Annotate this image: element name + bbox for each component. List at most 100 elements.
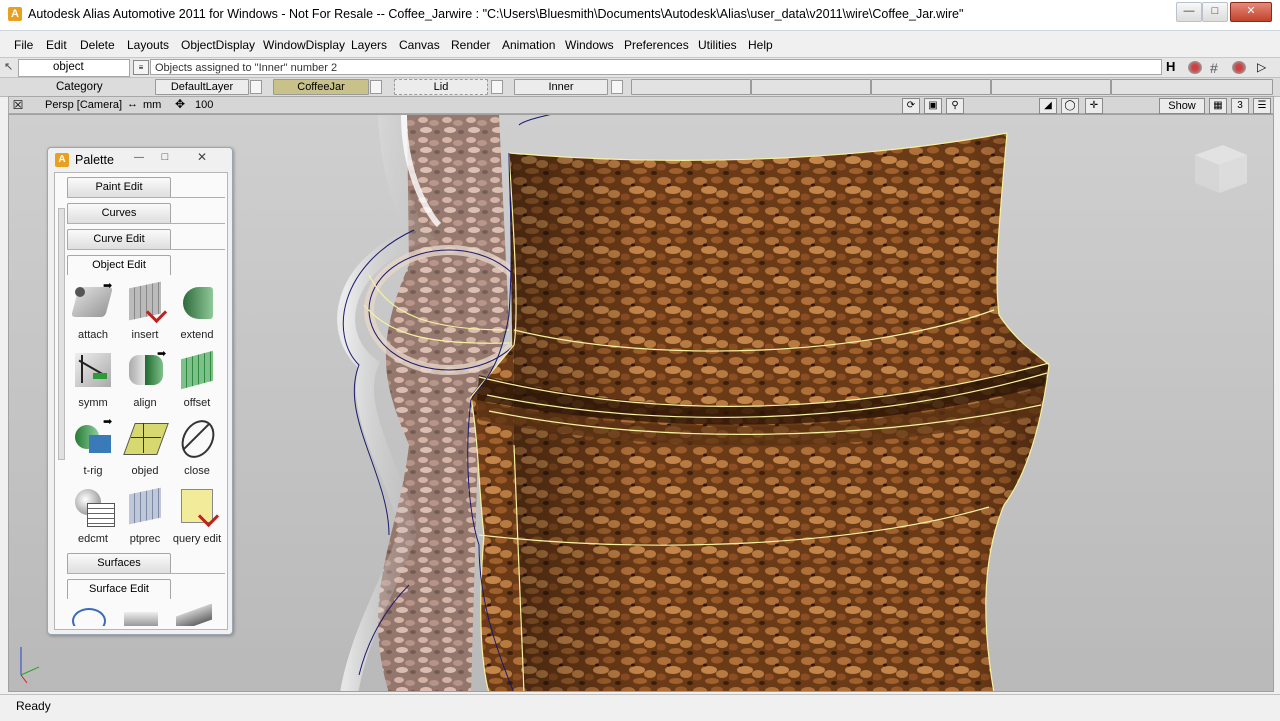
align-icon: ➡ bbox=[123, 347, 167, 391]
tool-align[interactable]: ➡ align bbox=[120, 347, 170, 415]
move-icon[interactable]: ✛ bbox=[1085, 98, 1103, 114]
tool-edcmt[interactable]: edcmt bbox=[68, 483, 118, 551]
attach-icon: ➡ bbox=[70, 279, 115, 323]
sphere-icon[interactable]: ◯ bbox=[1061, 98, 1079, 114]
tool-offset[interactable]: offset bbox=[172, 347, 222, 415]
window-title: Autodesk Alias Automotive 2011 for Windo… bbox=[28, 7, 964, 21]
zoom-icon[interactable]: ⚲ bbox=[946, 98, 964, 114]
ptprec-icon bbox=[123, 483, 167, 527]
layer-coffeejar[interactable]: CoffeeJar bbox=[273, 79, 369, 95]
surface-tool-2-icon[interactable] bbox=[120, 604, 164, 626]
close-curve-icon bbox=[175, 414, 221, 464]
axis-triad-icon bbox=[20, 647, 40, 684]
prompt-line: Objects assigned to "Inner" number 2 bbox=[150, 59, 1162, 75]
layer-lid[interactable]: Lid bbox=[394, 79, 488, 95]
layer-coffeejar-toggle[interactable] bbox=[370, 80, 382, 94]
t-rig-icon: ➡ bbox=[71, 415, 115, 459]
palette-scrollbar[interactable] bbox=[58, 208, 65, 460]
menu-animation[interactable]: Animation bbox=[502, 38, 555, 52]
insert-icon bbox=[123, 279, 168, 324]
viewport-header: ☒ Persp [Camera] ↔ mm ✥ 100 ⟳ ▣ ⚲ ◢ ◯ ✛ … bbox=[8, 96, 1274, 114]
menu-layouts[interactable]: Layouts bbox=[127, 38, 169, 52]
menu-windows[interactable]: Windows bbox=[565, 38, 614, 52]
tool-ptprec[interactable]: ptprec bbox=[120, 483, 170, 551]
layer-defaultlayer[interactable]: DefaultLayer bbox=[155, 79, 249, 95]
menu-edit[interactable]: Edit bbox=[46, 38, 67, 52]
units-label: mm bbox=[143, 99, 162, 111]
tool-extend[interactable]: extend bbox=[172, 279, 222, 347]
app-icon: A bbox=[8, 7, 22, 21]
layout-list-icon[interactable]: ☰ bbox=[1253, 98, 1271, 114]
control-bar: ↖ object ≡ Objects assigned to "Inner" n… bbox=[0, 57, 1280, 78]
tool-symm[interactable]: symm bbox=[68, 347, 118, 415]
menu-utilities[interactable]: Utilities bbox=[698, 38, 737, 52]
palette-app-icon: A bbox=[55, 153, 69, 167]
tab-divider bbox=[67, 197, 225, 198]
surface-tool-1-icon[interactable] bbox=[68, 604, 112, 626]
camera-icon[interactable]: ▣ bbox=[924, 98, 942, 114]
tab-paint-edit[interactable]: Paint Edit bbox=[67, 177, 171, 198]
menu-objectdisplay[interactable]: ObjectDisplay bbox=[181, 38, 255, 52]
tool-attach[interactable]: ➡ attach bbox=[68, 279, 118, 347]
tab-object-edit[interactable]: Object Edit bbox=[67, 255, 171, 275]
layer-lid-toggle[interactable] bbox=[491, 80, 503, 94]
snap-curve-icon[interactable] bbox=[1188, 61, 1202, 74]
edcmt-icon bbox=[71, 483, 115, 527]
tool-close[interactable]: close bbox=[172, 414, 222, 483]
viewcube-icon bbox=[1195, 145, 1247, 193]
layout-grid-icon[interactable]: ▦ bbox=[1209, 98, 1227, 114]
layout-number[interactable]: 3 bbox=[1231, 98, 1249, 114]
play-icon[interactable]: ▷ bbox=[1257, 60, 1266, 74]
viewport-maximize-icon[interactable]: ☒ bbox=[11, 98, 25, 112]
menu-file[interactable]: File bbox=[14, 38, 33, 52]
tab-surfaces[interactable]: Surfaces bbox=[67, 553, 171, 574]
layer-inner-toggle[interactable] bbox=[611, 80, 623, 94]
surface-tool-3-icon[interactable] bbox=[172, 604, 216, 626]
extend-icon bbox=[175, 279, 219, 323]
menu-bar: File Edit Delete Layouts ObjectDisplay W… bbox=[0, 34, 1280, 56]
tab-curve-edit[interactable]: Curve Edit bbox=[67, 229, 171, 250]
prompt-history-icon[interactable]: ≡ bbox=[133, 60, 149, 75]
tool-t-rig[interactable]: ➡ t-rig bbox=[68, 415, 118, 483]
history-icon[interactable]: H bbox=[1166, 59, 1180, 75]
tumble-icon[interactable]: ⟳ bbox=[902, 98, 920, 114]
menu-render[interactable]: Render bbox=[451, 38, 490, 52]
tab-curves[interactable]: Curves bbox=[67, 203, 171, 224]
menu-delete[interactable]: Delete bbox=[80, 38, 115, 52]
layer-empty-slot bbox=[751, 79, 871, 95]
minimize-button[interactable]: — bbox=[1176, 2, 1202, 22]
show-button[interactable]: Show bbox=[1159, 98, 1205, 114]
menu-layers[interactable]: Layers bbox=[351, 38, 387, 52]
shade-icon[interactable]: ◢ bbox=[1039, 98, 1057, 114]
snap-point-icon[interactable] bbox=[1232, 61, 1246, 74]
symm-icon bbox=[71, 347, 115, 391]
palette-minimize-icon[interactable]: — bbox=[132, 152, 146, 164]
pick-mode-field[interactable]: object bbox=[18, 59, 130, 77]
tool-objed[interactable]: objed bbox=[120, 415, 170, 483]
status-text: Ready bbox=[16, 699, 51, 713]
close-button[interactable]: ✕ bbox=[1230, 2, 1272, 22]
tab-divider bbox=[67, 573, 225, 574]
layer-defaultlayer-toggle[interactable] bbox=[250, 80, 262, 94]
menu-canvas[interactable]: Canvas bbox=[399, 38, 440, 52]
palette-window: A Palette — □ ✕ Paint Edit Curves Curve … bbox=[47, 147, 233, 635]
camera-label[interactable]: Persp [Camera] bbox=[45, 99, 122, 111]
category-label[interactable]: Category bbox=[56, 81, 103, 93]
layer-inner[interactable]: Inner bbox=[514, 79, 608, 95]
snap-grid-icon[interactable]: # bbox=[1210, 60, 1218, 76]
palette-close-icon[interactable]: ✕ bbox=[194, 150, 210, 164]
tab-surface-edit[interactable]: Surface Edit bbox=[67, 579, 171, 599]
layer-bar: Category DefaultLayer CoffeeJar Lid Inne… bbox=[0, 77, 1280, 97]
scale-value: 100 bbox=[195, 99, 214, 111]
status-bar: Ready bbox=[0, 694, 1280, 721]
layer-empty-slot bbox=[871, 79, 991, 95]
objed-icon bbox=[123, 415, 169, 459]
tool-insert[interactable]: insert bbox=[120, 279, 170, 347]
menu-preferences[interactable]: Preferences bbox=[624, 38, 689, 52]
layer-empty-slot bbox=[1111, 79, 1273, 95]
tool-query-edit[interactable]: query edit bbox=[172, 483, 222, 551]
menu-windowdisplay[interactable]: WindowDisplay bbox=[263, 38, 345, 52]
maximize-button[interactable]: □ bbox=[1202, 2, 1228, 22]
menu-help[interactable]: Help bbox=[748, 38, 773, 52]
palette-maximize-icon[interactable]: □ bbox=[158, 151, 172, 163]
